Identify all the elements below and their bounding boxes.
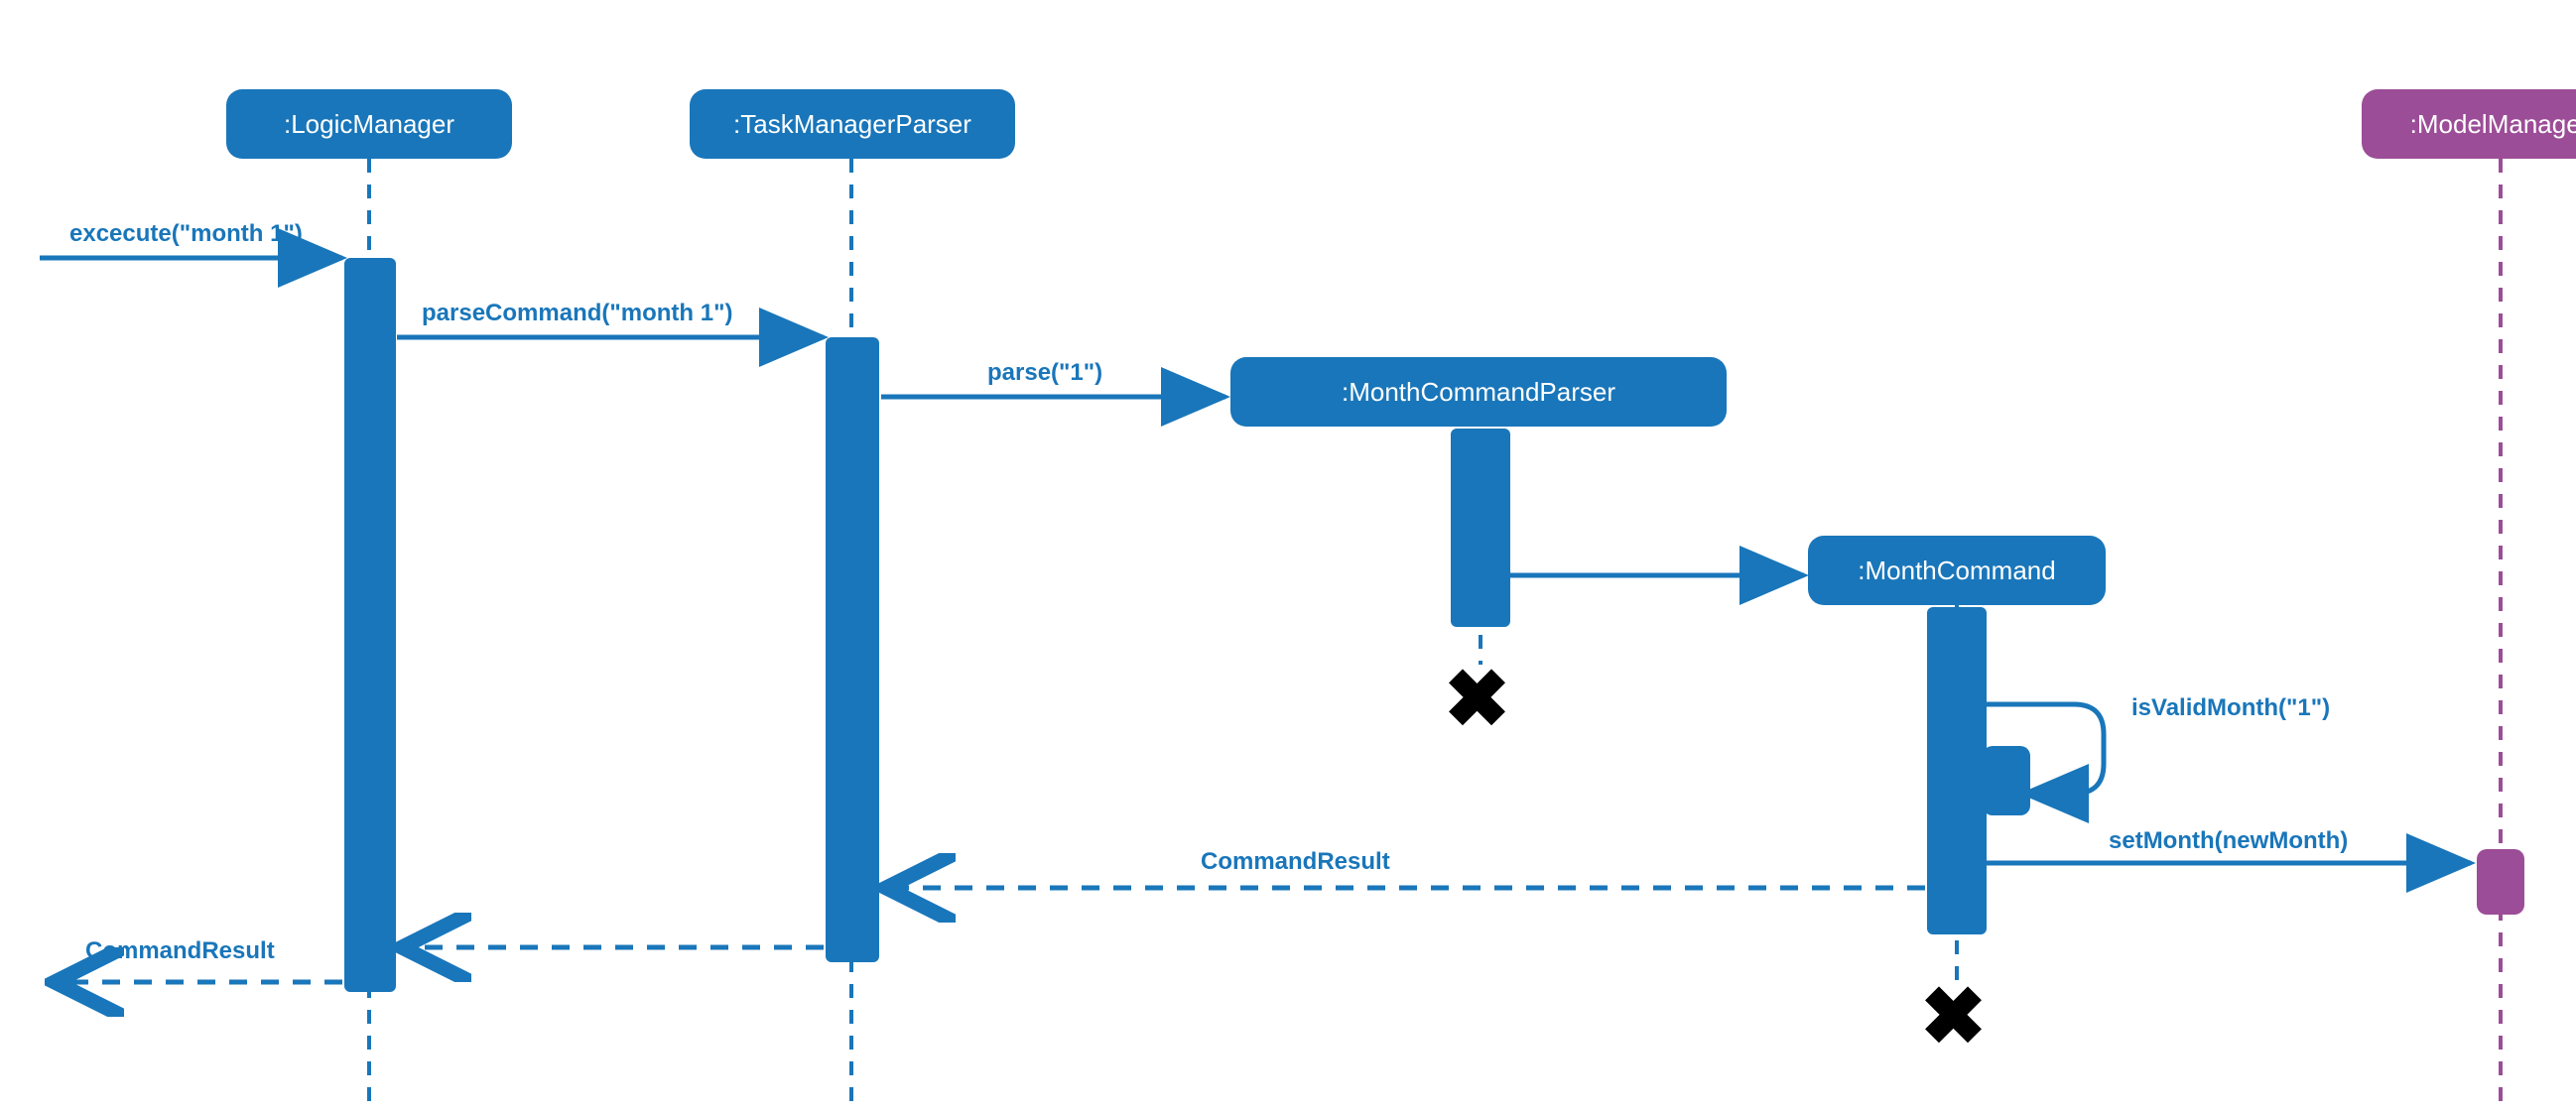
activation-month-command-parser: [1451, 429, 1510, 627]
activation-month-command: [1927, 607, 1987, 934]
sequence-diagram: :LogicManager :TaskManagerParser :MonthC…: [0, 0, 2576, 1114]
msg-execute: excecute("month 1"): [69, 220, 303, 248]
msg-parse: parse("1"): [987, 359, 1102, 387]
msg-command-result-2: CommandResult: [85, 937, 275, 965]
msg-is-valid-month: isValidMonth("1"): [2131, 694, 2330, 722]
msg-command-result-1: CommandResult: [1201, 848, 1390, 876]
participant-month-command: :MonthCommand: [1808, 536, 2106, 605]
activation-model-manager: [2477, 849, 2524, 915]
activation-isvalidmonth-self: [1983, 746, 2030, 815]
msg-parse-command: parseCommand("month 1"): [422, 300, 732, 327]
destroy-month-command-icon: ✖: [1920, 977, 1987, 1056]
participant-logic-manager: :LogicManager: [226, 89, 512, 159]
participant-model-manager: :ModelManager: [2362, 89, 2576, 159]
participant-task-manager-parser: :TaskManagerParser: [690, 89, 1015, 159]
activation-logic-manager: [344, 258, 396, 992]
participant-month-command-parser: :MonthCommandParser: [1230, 357, 1727, 427]
activation-task-manager-parser: [826, 337, 879, 962]
destroy-month-command-parser-icon: ✖: [1444, 660, 1510, 739]
msg-set-month: setMonth(newMonth): [2109, 827, 2348, 855]
